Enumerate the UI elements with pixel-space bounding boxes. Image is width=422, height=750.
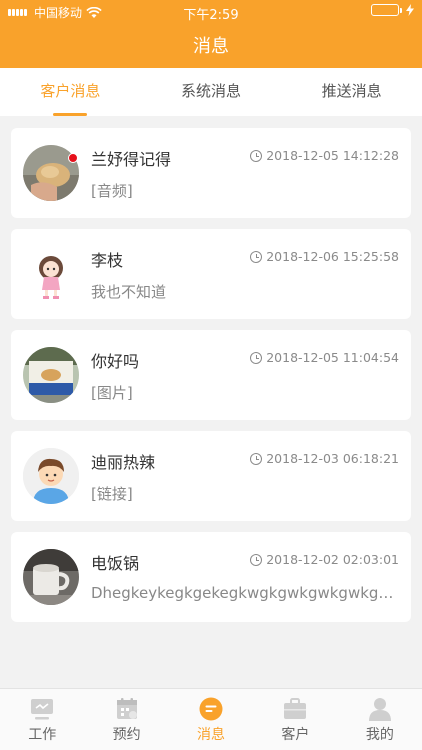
tab-push-messages[interactable]: 推送消息 <box>281 68 422 116</box>
contact-name: 你好吗 <box>91 352 140 371</box>
message-tabs: 客户消息 系统消息 推送消息 <box>0 68 422 116</box>
calendar-icon <box>114 696 140 722</box>
message-item[interactable]: 迪丽热辣 2018-12-03 06:18:21 [链接] <box>11 431 411 521</box>
nav-item-work[interactable]: 工作 <box>0 689 84 750</box>
message-time: 2018-12-03 06:18:21 <box>266 451 399 466</box>
nav-item-booking[interactable]: 预约 <box>84 689 168 750</box>
message-preview: [图片] <box>91 384 133 402</box>
nav-label: 客户 <box>281 727 310 743</box>
tab-system-messages[interactable]: 系统消息 <box>141 68 282 116</box>
battery-icon <box>371 4 402 16</box>
page-title: 消息 <box>193 36 229 57</box>
snack-box-photo-avatar <box>23 347 79 403</box>
nav-item-customers[interactable]: 客户 <box>253 689 337 750</box>
message-preview: Dhegkeykegkgekegkwgkgwkgwkgwkgwkgwkgwkg <box>91 584 399 602</box>
monitor-icon <box>29 696 55 722</box>
contact-name: 李枝 <box>91 251 124 270</box>
mug-photo-avatar <box>23 549 79 605</box>
nav-label: 我的 <box>365 727 394 743</box>
cartoon-boy-avatar <box>23 448 79 504</box>
nav-label: 预约 <box>112 727 141 743</box>
clock-icon <box>250 351 263 364</box>
message-item[interactable]: 李枝 2018-12-06 15:25:58 我也不知道 <box>11 229 411 319</box>
person-icon <box>367 696 393 722</box>
cartoon-girl-avatar <box>23 246 79 302</box>
clock-icon <box>250 149 263 162</box>
message-list: 兰妤得记得 2018-12-05 14:12:28 [音频] 李枝 2018-1… <box>11 128 411 633</box>
clock-icon <box>250 250 263 263</box>
nav-item-me[interactable]: 我的 <box>338 689 422 750</box>
briefcase-icon <box>282 696 308 722</box>
status-time: 下午2:59 <box>183 8 239 23</box>
message-item[interactable]: 兰妤得记得 2018-12-05 14:12:28 [音频] <box>11 128 411 218</box>
message-item[interactable]: 你好吗 2018-12-05 11:04:54 [图片] <box>11 330 411 420</box>
message-preview: [链接] <box>91 485 133 503</box>
message-time: 2018-12-02 02:03:01 <box>266 552 399 567</box>
message-icon <box>198 696 224 722</box>
clock-icon <box>250 553 263 566</box>
nav-label: 工作 <box>28 727 57 743</box>
nav-label: 消息 <box>197 727 226 743</box>
message-time: 2018-12-05 14:12:28 <box>266 148 399 163</box>
status-bar: 中国移动 下午2:59 <box>0 0 422 24</box>
clock-icon <box>250 452 263 465</box>
tab-customer-messages[interactable]: 客户消息 <box>0 68 141 116</box>
contact-name: 兰妤得记得 <box>91 150 172 169</box>
message-item[interactable]: 电饭锅 2018-12-02 02:03:01 Dhegkeykegkgekeg… <box>11 532 411 622</box>
contact-name: 迪丽热辣 <box>91 453 156 472</box>
contact-name: 电饭锅 <box>91 554 140 573</box>
message-preview: [音频] <box>91 182 133 200</box>
charging-icon <box>406 4 414 16</box>
unread-dot <box>68 153 78 163</box>
app-header: 中国移动 下午2:59 消息 <box>0 0 422 68</box>
message-time: 2018-12-06 15:25:58 <box>266 249 399 264</box>
nav-item-messages[interactable]: 消息 <box>169 689 253 750</box>
message-time: 2018-12-05 11:04:54 <box>266 350 399 365</box>
message-preview: 我也不知道 <box>91 283 167 301</box>
bottom-nav: 工作 预约 消息 客户 我的 <box>0 688 422 750</box>
